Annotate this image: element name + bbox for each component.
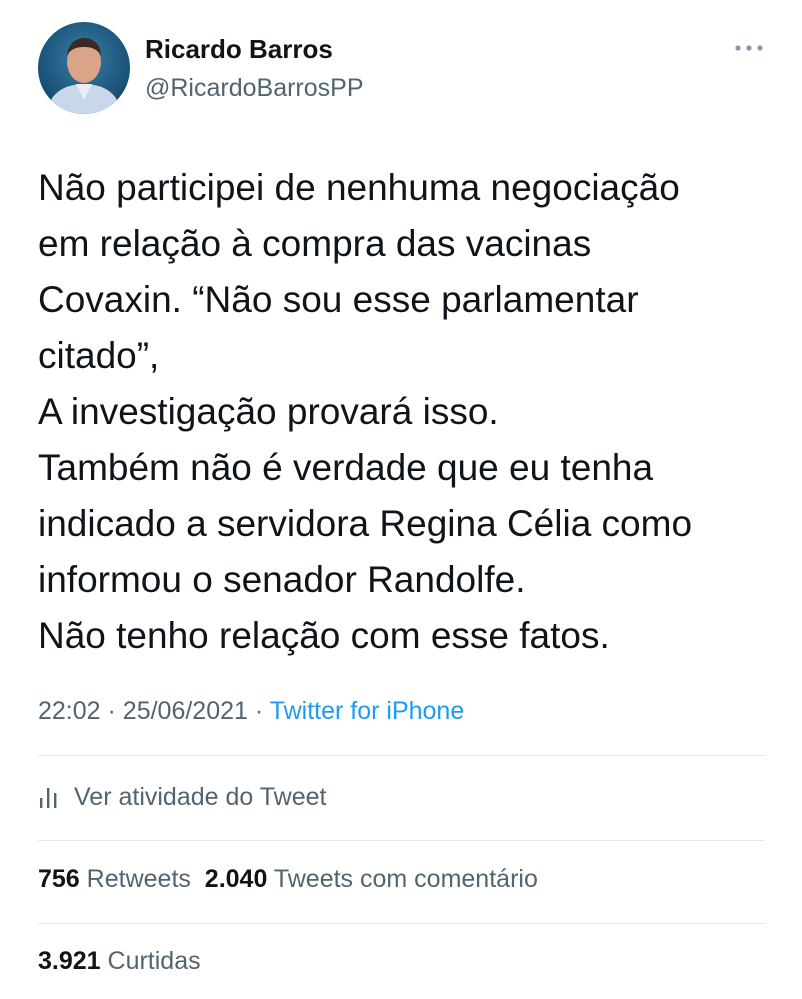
- author-handle[interactable]: @RicardoBarrosPP: [145, 74, 364, 103]
- activity-label: Ver atividade do Tweet: [74, 782, 327, 811]
- likes-count: 3.921: [38, 947, 101, 975]
- retweets-link[interactable]: 756 Retweets: [38, 865, 191, 893]
- tweet-text: Não participei de nenhuma negociação em …: [38, 167, 693, 656]
- likes-link[interactable]: 3.921 Curtidas: [38, 947, 201, 976]
- retweets-count: 756: [38, 865, 80, 893]
- author-display-name[interactable]: Ricardo Barros: [145, 34, 333, 65]
- divider: [38, 923, 764, 924]
- divider: [38, 755, 764, 756]
- meta-separator: ·: [254, 697, 264, 725]
- avatar[interactable]: [38, 22, 130, 114]
- quote-tweets-label: Tweets com comentário: [273, 865, 538, 893]
- tweet-header: Ricardo Barros @RicardoBarrosPP: [38, 22, 768, 116]
- profile-photo-icon: [38, 22, 130, 114]
- tweet-meta: 22:02 · 25/06/2021 · Twitter for iPhone: [38, 697, 464, 726]
- likes-label: Curtidas: [107, 947, 201, 975]
- divider: [38, 840, 764, 841]
- tweet-date[interactable]: 25/06/2021: [123, 697, 248, 725]
- stats-icon: [38, 784, 60, 810]
- retweets-label: Retweets: [86, 865, 191, 893]
- tweet-time[interactable]: 22:02: [38, 697, 101, 725]
- meta-separator: ·: [107, 697, 116, 725]
- tweet-source-link[interactable]: Twitter for iPhone: [270, 697, 465, 725]
- more-horizontal-icon[interactable]: [732, 38, 766, 58]
- engagement-counts: 756 Retweets 2.040 Tweets com comentário: [38, 865, 538, 894]
- tweet-activity-button[interactable]: Ver atividade do Tweet: [38, 779, 327, 815]
- quote-tweets-link[interactable]: 2.040 Tweets com comentário: [205, 865, 538, 893]
- quote-tweets-count: 2.040: [204, 865, 268, 893]
